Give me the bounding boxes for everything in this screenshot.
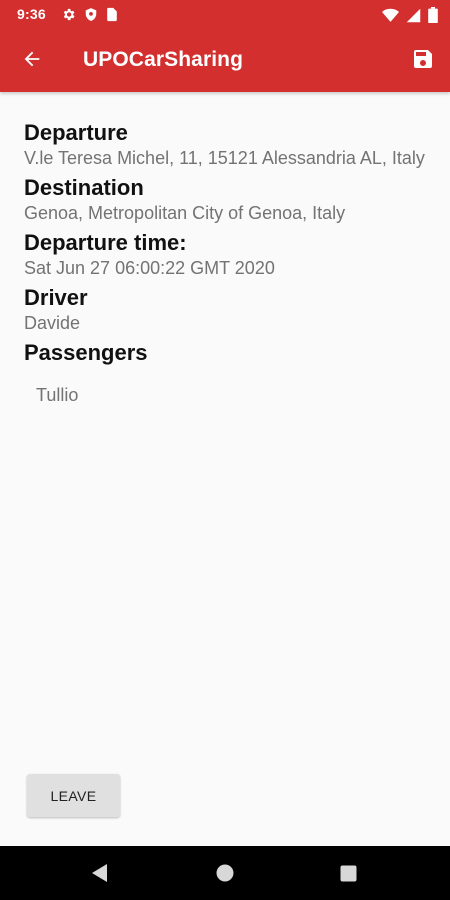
nav-recents-icon[interactable] [340,865,357,887]
driver-value: Davide [24,313,81,333]
destination-value: Genoa, Metropolitan City of Genoa, Italy [24,203,346,223]
status-right-icons [382,7,438,23]
settings-icon [61,7,76,22]
status-bar: 9:36 [0,0,450,30]
status-time: 9:36 [17,6,46,22]
departure-time-value: Sat Jun 27 06:00:22 GMT 2020 [24,258,275,278]
departure-time-label: Departure time: [24,230,187,255]
shield-icon [84,7,98,22]
departure-value: V.le Teresa Michel, 11, 15121 Alessandri… [24,148,425,168]
status-left-icons [61,7,118,22]
back-button[interactable] [14,43,50,79]
passengers-list: Tullio [24,384,434,407]
battery-icon [428,7,438,23]
cell-signal-icon [406,8,421,23]
sim-card-icon [106,7,118,22]
passenger-item[interactable]: Tullio [36,384,434,407]
app-bar: UPOCarSharing [0,30,450,92]
navigation-bar [0,846,450,900]
nav-home-icon[interactable] [216,864,234,887]
arrow-back-icon [21,48,43,75]
ride-details: Departure V.le Teresa Michel, 11, 15121 … [24,119,434,407]
leave-button[interactable]: LEAVE [27,774,120,817]
save-button[interactable] [405,43,441,79]
wifi-icon [382,8,399,23]
departure-label: Departure [24,120,128,145]
destination-label: Destination [24,175,144,200]
passengers-label: Passengers [24,340,148,365]
save-icon [411,47,435,76]
nav-back-icon[interactable] [90,863,108,888]
app-title: UPOCarSharing [83,48,243,71]
driver-label: Driver [24,285,88,310]
